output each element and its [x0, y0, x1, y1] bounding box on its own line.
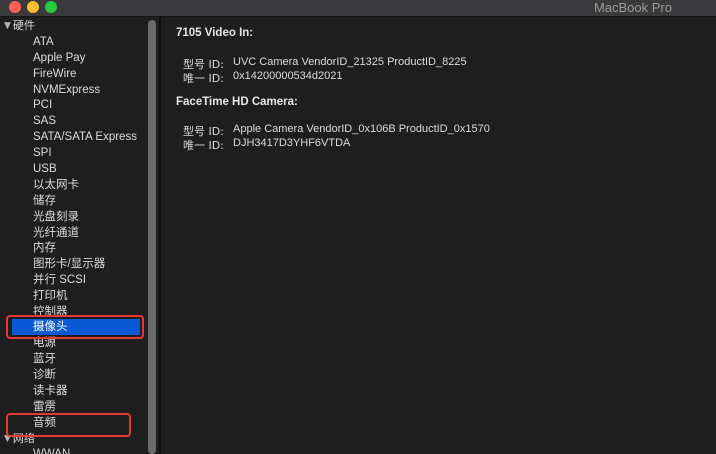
group-header-hardware[interactable]: ▼ 硬件 [4, 18, 35, 33]
sidebar-item-disc-burning[interactable]: 光盘刻录 [33, 209, 79, 225]
disclosure-triangle-icon[interactable]: ▼ [4, 19, 11, 34]
system-information-window: MacBook Pro ▼ 硬件 ATA Apple Pay FireWire N… [0, 0, 716, 454]
unique-id-value: 0x14200000534d2021 [233, 70, 343, 82]
title-bar: MacBook Pro [0, 0, 716, 17]
section-title-7105-video-in: 7105 Video In: [176, 27, 254, 39]
annotation-box-audio [6, 413, 131, 437]
sidebar-item-nvmexpress[interactable]: NVMExpress [33, 82, 100, 98]
sidebar-item-sas[interactable]: SAS [33, 113, 56, 129]
close-window-button[interactable] [9, 1, 21, 13]
sidebar-item-ata[interactable]: ATA [33, 34, 54, 50]
sidebar-item-usb[interactable]: USB [33, 161, 57, 177]
window-title: MacBook Pro [593, 0, 672, 15]
annotation-box-camera [6, 315, 144, 339]
sidebar-item-ethernet[interactable]: 以太网卡 [33, 177, 79, 193]
group-header-label: 硬件 [12, 19, 35, 32]
sidebar-item-storage[interactable]: 储存 [33, 193, 56, 209]
sidebar-item-printers[interactable]: 打印机 [33, 288, 68, 304]
section-title-facetime-hd-camera: FaceTime HD Camera: [176, 96, 298, 108]
sidebar-item-firewire[interactable]: FireWire [33, 66, 76, 82]
sidebar-item-pci[interactable]: PCI [33, 97, 52, 113]
model-id-value: UVC Camera VendorID_21325 ProductID_8225 [233, 56, 467, 68]
sidebar-item-sata[interactable]: SATA/SATA Express [33, 129, 137, 145]
sidebar-item-memory[interactable]: 内存 [33, 240, 56, 256]
sidebar-scrollbar-thumb[interactable] [148, 20, 156, 454]
sidebar-item-apple-pay[interactable]: Apple Pay [33, 50, 85, 66]
sidebar-item-diagnostics[interactable]: 诊断 [33, 367, 56, 383]
minimize-window-button[interactable] [27, 1, 39, 13]
unique-id-label: 唯一 ID: [183, 139, 224, 152]
sidebar: ▼ 硬件 ATA Apple Pay FireWire NVMExpress PC… [0, 17, 158, 454]
sidebar-item-card-reader[interactable]: 读卡器 [33, 383, 68, 399]
sidebar-item-parallel-scsi[interactable]: 并行 SCSI [33, 272, 86, 288]
detail-pane: 7105 Video In: 型号 ID: UVC Camera VendorI… [161, 17, 716, 454]
sidebar-item-spi[interactable]: SPI [33, 145, 52, 161]
unique-id-value: DJH3417D3YHF6VTDA [233, 137, 351, 149]
sidebar-item-bluetooth[interactable]: 蓝牙 [33, 351, 56, 367]
sidebar-item-fibre-channel[interactable]: 光纤通道 [33, 225, 79, 241]
unique-id-label: 唯一 ID: [183, 72, 224, 85]
zoom-window-button[interactable] [45, 1, 57, 13]
sidebar-item-wwan[interactable]: WWAN [33, 446, 70, 454]
model-id-value: Apple Camera VendorID_0x106B ProductID_0… [233, 123, 490, 135]
sidebar-item-graphics-displays[interactable]: 图形卡/显示器 [33, 256, 105, 272]
